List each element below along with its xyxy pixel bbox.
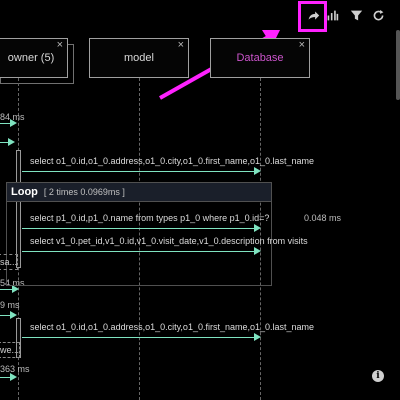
vertical-scrollbar[interactable] bbox=[396, 30, 400, 100]
duration-label: 9 ms bbox=[0, 300, 20, 310]
message-label[interactable]: select o1_0.id,o1_0.address,o1_0.city,o1… bbox=[30, 322, 314, 332]
lifeline-model[interactable]: model × bbox=[89, 38, 189, 78]
arrowhead bbox=[254, 247, 261, 255]
message-label[interactable]: select o1_0.id,o1_0.address,o1_0.city,o1… bbox=[30, 156, 314, 166]
arrowhead bbox=[12, 285, 19, 293]
arrowhead bbox=[10, 311, 17, 319]
message-arrow bbox=[22, 228, 254, 229]
bar-chart-icon[interactable] bbox=[323, 6, 341, 24]
arrowhead bbox=[254, 333, 261, 341]
message-label[interactable]: select v1_0.pet_id,v1_0.id,v1_0.visit_da… bbox=[30, 236, 308, 246]
truncated-label: we... bbox=[0, 345, 20, 355]
lifeline-database-label: Database bbox=[236, 52, 284, 64]
refresh-icon[interactable] bbox=[369, 6, 387, 24]
arrowhead bbox=[8, 138, 15, 146]
truncated-label: sa... bbox=[0, 257, 18, 267]
message-arrow bbox=[22, 337, 254, 338]
loop-subtitle: [ 2 times 0.0969ms ] bbox=[43, 187, 125, 197]
message-arrow bbox=[22, 171, 254, 172]
lifeline-model-label: model bbox=[124, 52, 154, 64]
loop-header[interactable]: Loop [ 2 times 0.0969ms ] bbox=[6, 182, 272, 202]
close-icon[interactable]: × bbox=[178, 39, 184, 51]
share-arrow-icon[interactable] bbox=[304, 6, 322, 24]
close-icon[interactable]: × bbox=[57, 39, 63, 51]
arrowhead bbox=[10, 119, 17, 127]
message-arrow bbox=[0, 289, 12, 290]
arrowhead bbox=[254, 167, 261, 175]
message-duration: 0.048 ms bbox=[304, 213, 342, 223]
loop-title: Loop bbox=[11, 186, 38, 198]
close-icon[interactable]: × bbox=[299, 39, 305, 51]
message-arrow bbox=[0, 315, 10, 316]
filter-icon[interactable] bbox=[347, 6, 365, 24]
arrowhead bbox=[254, 224, 261, 232]
lifeline-database[interactable]: Database × bbox=[210, 38, 310, 78]
message-arrow bbox=[0, 377, 10, 378]
arrowhead bbox=[10, 373, 17, 381]
message-arrow bbox=[0, 142, 8, 143]
lifeline-owner[interactable]: owner (5) × bbox=[0, 38, 68, 78]
message-arrow bbox=[0, 123, 10, 124]
message-arrow bbox=[22, 251, 254, 252]
lifeline-owner-label: owner (5) bbox=[7, 52, 55, 64]
message-label[interactable]: select p1_0.id,p1_0.name from types p1_0… bbox=[30, 213, 269, 223]
info-icon[interactable]: i bbox=[372, 370, 384, 382]
